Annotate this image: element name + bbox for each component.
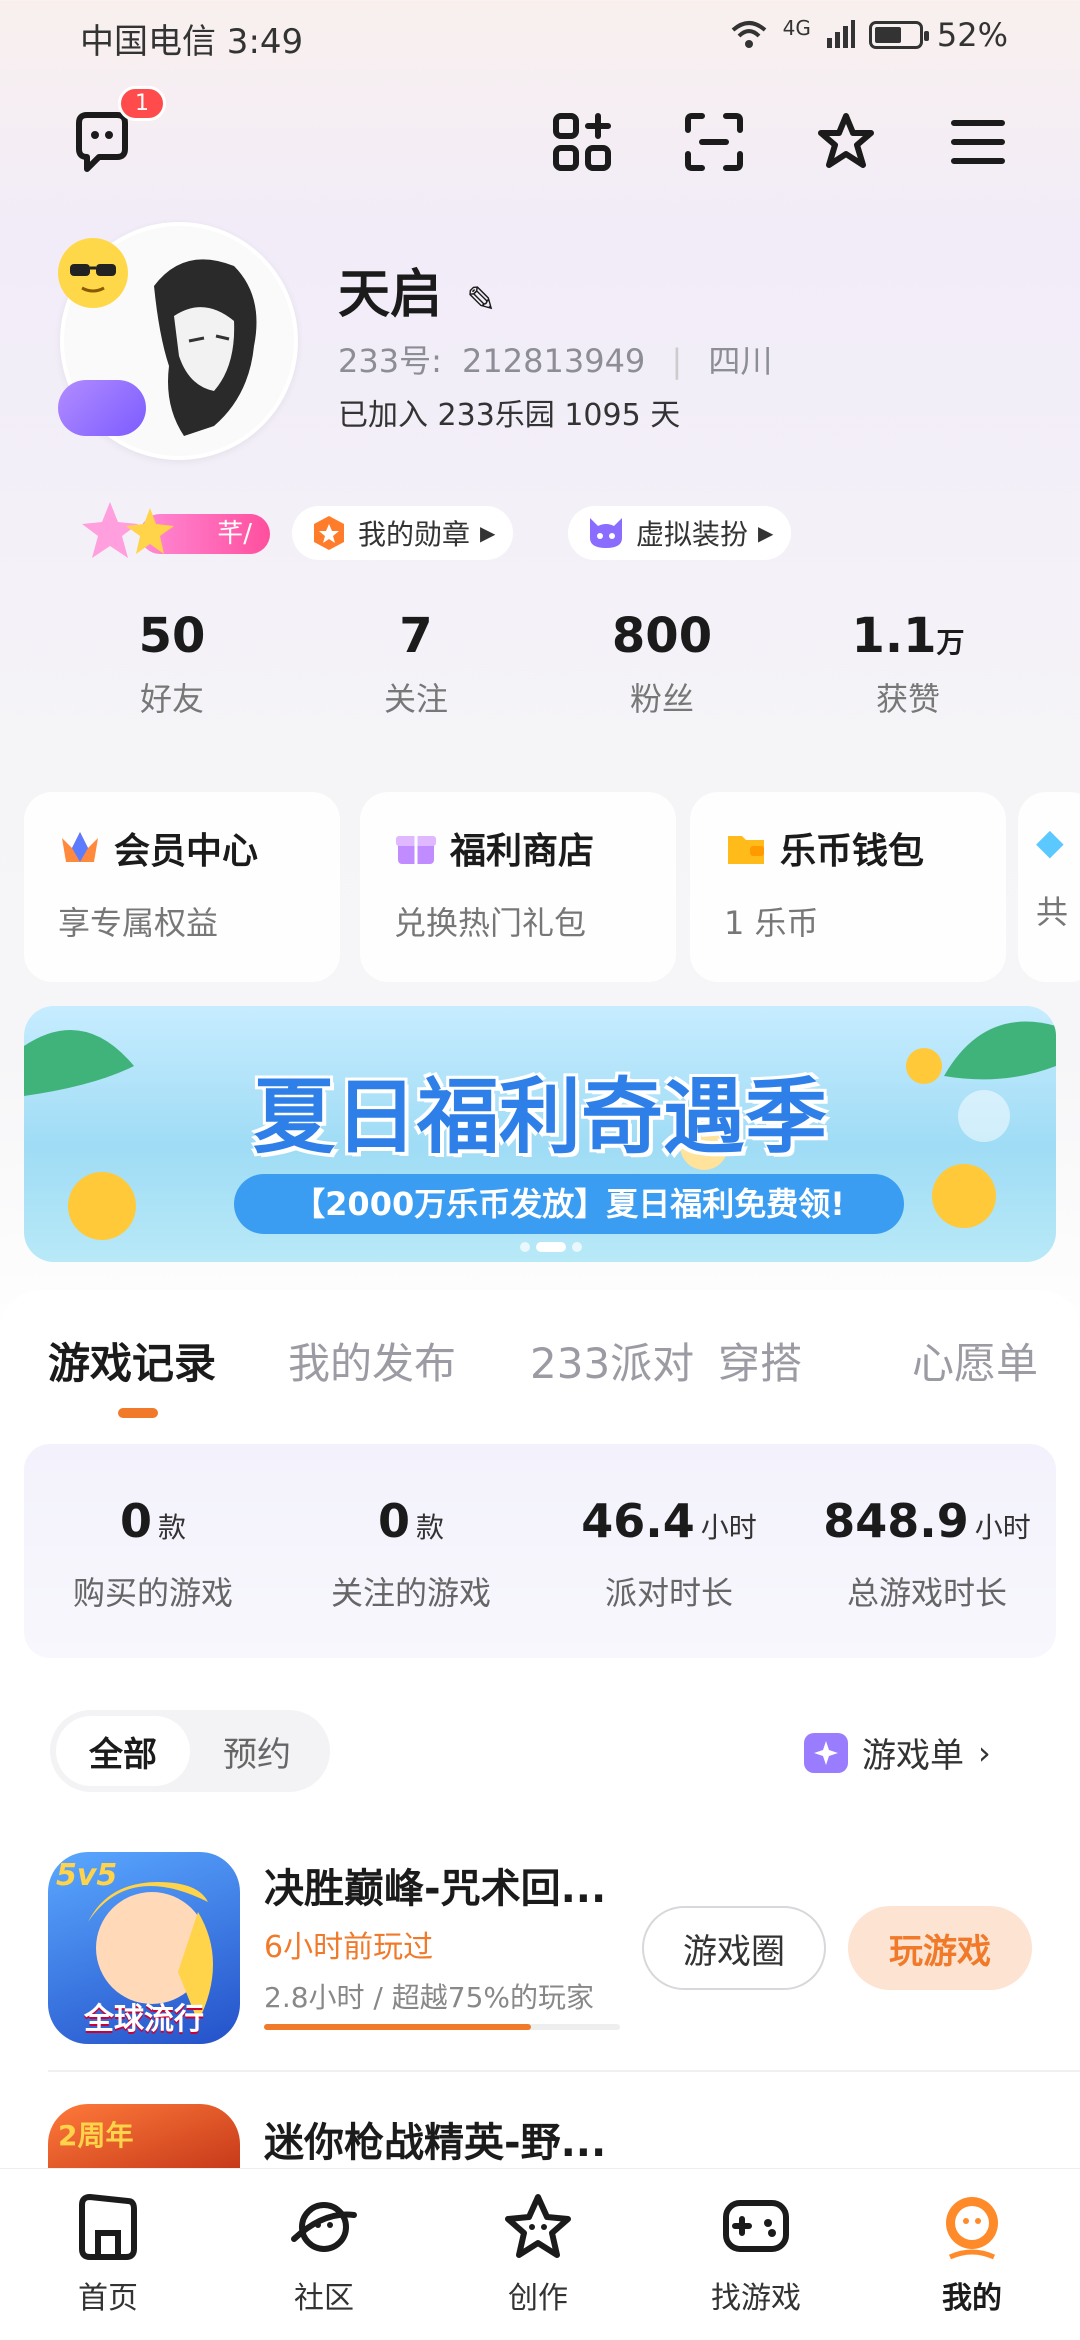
stat-label: 获赞 <box>875 680 940 718</box>
username: 天启 ✎ <box>338 265 497 325</box>
game-circle-button[interactable]: 游戏圈 <box>642 1906 826 1990</box>
tab-outfits[interactable]: 穿搭 <box>718 1330 802 1391</box>
caret-right-icon: ▶ <box>758 521 774 545</box>
battery-icon <box>868 21 929 49</box>
game-icon[interactable]: 2周年 <box>48 2104 240 2168</box>
battery-level: 52% <box>936 16 1008 54</box>
stat-value: 7 <box>399 608 433 664</box>
banner-subtitle: 【2000万乐币发放】夏日福利免费领! <box>234 1174 904 1234</box>
stat-label: 好友 <box>139 680 204 718</box>
level-tag[interactable]: 芊/ <box>80 502 270 558</box>
nav-profile[interactable]: 我的 <box>902 2191 1042 2317</box>
tab-233-party[interactable]: 233派对 <box>530 1330 694 1391</box>
scan-icon <box>685 113 743 171</box>
card-coin-wallet[interactable]: 乐币钱包 1 乐币 <box>690 792 1006 982</box>
menu-button[interactable] <box>942 106 1014 178</box>
carrier-time: 中国电信 3:49 <box>80 22 304 62</box>
menu-icon <box>951 120 1005 164</box>
caret-right-icon: ▶ <box>480 521 496 545</box>
avatar-dress-label: 虚拟装扮 <box>636 518 749 551</box>
medal-icon <box>314 516 344 550</box>
home-icon <box>79 2194 137 2260</box>
bottom-nav: 首页 社区 创作 找游戏 我的 <box>0 2168 1080 2340</box>
sunglasses-emoji-icon <box>58 238 128 308</box>
message-badge: 1 <box>118 86 166 121</box>
playtime-progress <box>264 2024 620 2030</box>
nav-find-games[interactable]: 找游戏 <box>686 2191 826 2317</box>
card-vip-center[interactable]: 会员中心 享专属权益 <box>24 792 340 982</box>
game-icon[interactable]: 5v5 全球流行 <box>48 1852 240 2044</box>
card-welfare-shop[interactable]: 福利商店 兑换热门礼包 <box>360 792 676 982</box>
card-more[interactable]: ◆ 共 <box>1018 792 1080 982</box>
stat-value: 50 <box>138 608 206 664</box>
gift-icon <box>396 836 436 864</box>
filter-reserve[interactable]: 预约 <box>190 1716 324 1786</box>
diamond-icon: ◆ <box>1036 822 1064 863</box>
nav-create[interactable]: 创作 <box>468 2191 608 2317</box>
message-button[interactable]: 1 <box>66 86 166 178</box>
region: 四川 <box>708 342 773 380</box>
edit-name-icon[interactable]: ✎ <box>466 280 496 321</box>
id-label: 233号: <box>338 342 442 380</box>
banner-title: 夏日福利奇遇季 <box>252 1070 827 1165</box>
scan-button[interactable] <box>678 106 750 178</box>
signal-icon <box>826 20 855 48</box>
user-meta: 233号: 212813949 | 四川 <box>338 342 773 380</box>
apps-button[interactable] <box>546 106 618 178</box>
wallet-icon <box>728 836 764 864</box>
stat-likes[interactable]: 1.1万 获赞 <box>808 608 1008 720</box>
network-label: 4G <box>782 16 811 40</box>
medal-label: 我的勋章 <box>358 518 471 551</box>
profile-icon <box>946 2197 998 2260</box>
star-create-icon <box>505 2194 571 2258</box>
planet-icon <box>291 2202 357 2252</box>
gamelist-link[interactable]: 游戏单 › <box>804 1728 991 1777</box>
sparkle-icon <box>804 1732 848 1773</box>
banner-pager <box>520 1242 582 1252</box>
chevron-right-icon: › <box>978 1733 991 1772</box>
tab-my-posts[interactable]: 我的发布 <box>288 1330 456 1391</box>
nav-community[interactable]: 社区 <box>254 2191 394 2317</box>
status-bar: 中国电信 3:49 4G 52% <box>0 0 1080 72</box>
chat-bot-icon <box>76 112 128 172</box>
stat-following[interactable]: 7 关注 <box>316 608 516 720</box>
crown-icon <box>62 832 98 862</box>
divider <box>48 2070 1080 2072</box>
active-tab-indicator <box>118 1408 158 1418</box>
wifi-icon <box>731 21 766 48</box>
last-played: 6小时前玩过 <box>264 1930 434 1965</box>
medal-button[interactable]: 我的勋章 ▶ <box>292 506 514 560</box>
stat-label: 关注 <box>383 680 448 718</box>
game-summary: 0 款购买的游戏 0 款关注的游戏 46.4 小时 派对时长 848.9 小时 总游戏时长 <box>24 1444 1056 1658</box>
game-title[interactable]: 迷你枪战精英-野... <box>264 2110 634 2168</box>
filter-segment: 全部 预约 <box>50 1710 330 1792</box>
apps-plus-icon <box>553 113 611 171</box>
id-value: 212813949 <box>462 342 646 380</box>
stat-value: 800 <box>611 608 713 664</box>
stat-friends[interactable]: 50 好友 <box>72 608 272 720</box>
avatar-dress-button[interactable]: 虚拟装扮 ▶ <box>568 506 792 560</box>
joined-days: 已加入 233乐园 1095 天 <box>338 398 681 433</box>
favorite-button[interactable] <box>810 106 882 178</box>
stat-fans[interactable]: 800 粉丝 <box>562 608 762 720</box>
play-game-button[interactable]: 玩游戏 <box>848 1906 1032 1990</box>
tab-game-records[interactable]: 游戏记录 <box>48 1330 216 1391</box>
game-title[interactable]: 决胜巅峰-咒术回... <box>264 1856 634 1914</box>
star-icon <box>818 113 874 168</box>
filter-all[interactable]: 全部 <box>56 1716 190 1786</box>
cat-face-icon <box>590 518 622 548</box>
stat-value: 1.1 <box>851 608 937 664</box>
playtime: 2.8小时 / 超越75%的玩家 <box>264 1981 594 2014</box>
nav-home[interactable]: 首页 <box>38 2191 178 2317</box>
tab-wishlist[interactable]: 心愿单 <box>912 1330 1038 1391</box>
gamepad-icon <box>723 2200 789 2252</box>
stat-label: 粉丝 <box>629 680 694 718</box>
promo-banner[interactable]: 夏日福利奇遇季 【2000万乐币发放】夏日福利免费领! <box>24 1006 1056 1262</box>
star-mascot-icon <box>82 502 174 558</box>
gamepad-sticker-icon <box>58 380 146 436</box>
